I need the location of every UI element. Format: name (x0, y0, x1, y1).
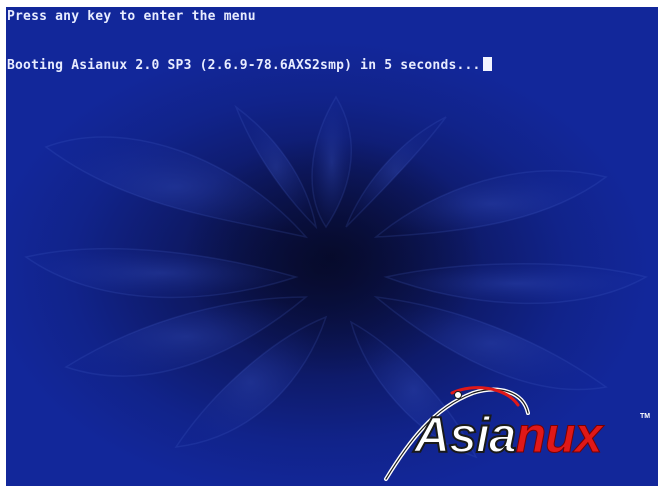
boot-screen: Press any key to enter the menu Booting … (6, 7, 658, 486)
boot-message-text: Booting Asianux 2.0 SP3 (2.6.9-78.6AXS2s… (7, 58, 481, 73)
text-cursor (482, 57, 492, 71)
logo-text-nux: nux (515, 407, 603, 464)
logo-text-asia: Asia (413, 406, 518, 464)
trademark-mark: TM (640, 413, 651, 420)
boot-countdown-line: Booting Asianux 2.0 SP3 (2.6.9-78.6AXS2s… (7, 57, 492, 74)
menu-prompt-text: Press any key to enter the menu (7, 9, 256, 24)
asianux-logo: Asianux TM (378, 383, 650, 483)
logo-wordmark: Asianux (413, 406, 603, 464)
